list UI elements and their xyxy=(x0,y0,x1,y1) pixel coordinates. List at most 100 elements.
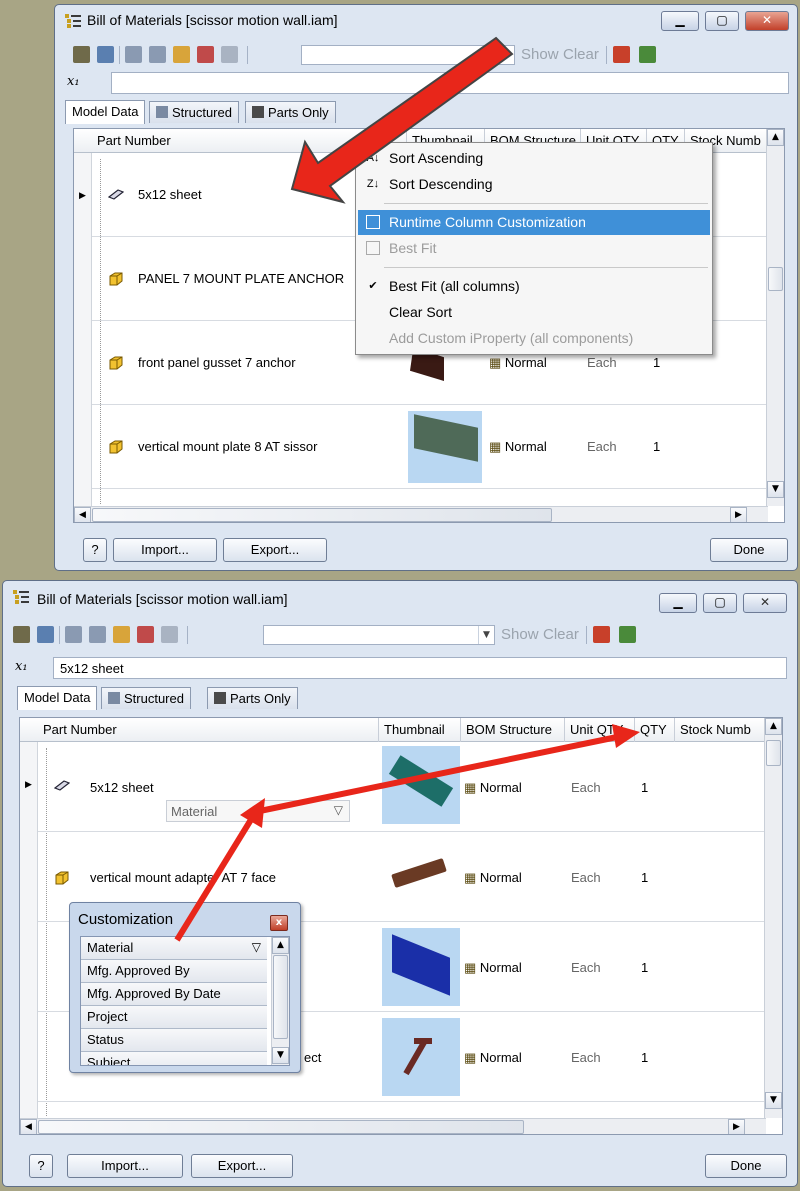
sort-ascending-icon[interactable] xyxy=(125,46,142,63)
export-button[interactable]: Export... xyxy=(191,1154,293,1178)
scroll-thumb[interactable] xyxy=(768,267,783,291)
scroll-thumb[interactable] xyxy=(766,740,781,766)
maximize-button[interactable]: ▢ xyxy=(705,11,739,31)
filter-dropdown-icon[interactable]: ▽ xyxy=(252,940,261,954)
clear-button[interactable]: Clear xyxy=(543,626,579,643)
minimize-button[interactable]: ▁ xyxy=(661,11,699,31)
import-button[interactable]: Import... xyxy=(113,538,217,562)
column-header-thumbnail[interactable]: Thumbnail xyxy=(378,718,460,742)
column-header-qty[interactable]: QTY xyxy=(634,718,674,742)
customization-close-button[interactable]: x xyxy=(270,915,288,931)
export-button[interactable]: Export... xyxy=(223,538,327,562)
scroll-down-button[interactable]: ▼ xyxy=(767,481,784,498)
table-row[interactable]: 5x12 sheet Material ▽ ▦ Normal Each 1 xyxy=(38,742,764,832)
menu-item-clear-sort[interactable]: Clear Sort xyxy=(358,300,710,325)
tab-structured[interactable]: Structured xyxy=(149,101,239,123)
sort-ascending-icon[interactable] xyxy=(65,626,82,643)
scroll-right-button[interactable]: ▶ xyxy=(730,507,747,522)
filter-combo[interactable]: ▼ xyxy=(301,45,515,65)
tab-model-data[interactable]: Model Data xyxy=(17,686,98,710)
horizontal-scrollbar[interactable]: ◀ ▶ xyxy=(20,1118,766,1134)
help-button[interactable]: ? xyxy=(29,1154,53,1178)
bom-settings-icon[interactable] xyxy=(613,46,630,63)
menu-item-runtime-column-customization[interactable]: Runtime Column Customization xyxy=(358,210,710,235)
help-button[interactable]: ? xyxy=(83,538,107,562)
grid-header: Part Number Thumbnail BOM Structure Unit… xyxy=(20,718,782,742)
column-header-unit-qty[interactable]: Unit QTY xyxy=(564,718,634,742)
scroll-right-button[interactable]: ▶ xyxy=(728,1119,745,1134)
h-scroll-thumb[interactable] xyxy=(92,508,552,522)
renumber-icon[interactable] xyxy=(197,46,214,63)
title-bar[interactable]: Bill of Materials [scissor motion wall.i… xyxy=(3,581,797,613)
filter-combo[interactable]: ▼ xyxy=(263,625,495,645)
column-header-stock-number[interactable]: Stock Numb xyxy=(674,718,766,742)
done-button[interactable]: Done xyxy=(705,1154,787,1178)
scroll-left-button[interactable]: ◀ xyxy=(74,507,91,522)
parts-only-icon xyxy=(214,692,226,704)
column-header-part-number[interactable]: Part Number xyxy=(38,718,378,742)
sort-descending-icon[interactable] xyxy=(149,46,166,63)
show-button[interactable]: Show xyxy=(501,626,539,643)
scroll-up-button[interactable]: ▲ xyxy=(765,718,782,735)
table-row[interactable]: vertical mount plate 8 AT sissor ▦ Norma… xyxy=(92,405,766,489)
customization-item-project[interactable]: Project xyxy=(81,1006,267,1029)
part-number-cell: vertical mount plate 8 AT sissor xyxy=(138,439,318,454)
formula-input[interactable]: 5x12 sheet xyxy=(53,657,787,679)
customization-item-material[interactable]: Material ▽ xyxy=(81,937,267,960)
menu-item-add-custom-iproperty[interactable]: Add Custom iProperty (all components) xyxy=(358,326,710,351)
minimize-button[interactable]: ▁ xyxy=(659,593,697,613)
thumbnail-image xyxy=(382,928,460,1006)
search-icon[interactable] xyxy=(161,626,178,643)
menu-item-sort-ascending[interactable]: A↓ Sort Ascending xyxy=(358,146,710,171)
tab-parts-only[interactable]: Parts Only xyxy=(245,101,336,123)
horizontal-scrollbar[interactable]: ◀ ▶ xyxy=(74,506,768,522)
edit-icon[interactable] xyxy=(37,626,54,643)
vertical-scrollbar[interactable]: ▲ ▼ xyxy=(766,129,784,506)
customization-item-status[interactable]: Status xyxy=(81,1029,267,1052)
tab-structured[interactable]: Structured xyxy=(101,687,191,709)
scroll-down-button[interactable]: ▼ xyxy=(272,1047,289,1064)
scroll-up-button[interactable]: ▲ xyxy=(272,937,289,954)
scroll-left-button[interactable]: ◀ xyxy=(20,1119,37,1134)
menu-item-sort-descending[interactable]: Z↓ Sort Descending xyxy=(358,172,710,197)
search-icon[interactable] xyxy=(221,46,238,63)
clear-button[interactable]: Clear xyxy=(563,46,599,63)
parts-only-icon xyxy=(252,106,264,118)
maximize-button[interactable]: ▢ xyxy=(703,593,737,613)
sort-descending-icon[interactable] xyxy=(89,626,106,643)
h-scroll-thumb[interactable] xyxy=(38,1120,524,1134)
tab-model-data[interactable]: Model Data xyxy=(65,100,146,124)
customization-item-subject[interactable]: Subject xyxy=(81,1052,267,1065)
bom-icon[interactable] xyxy=(73,46,90,63)
menu-item-best-fit[interactable]: Best Fit xyxy=(358,236,710,261)
filter-dropdown-icon[interactable]: ▽ xyxy=(334,803,343,817)
customization-scrollbar[interactable]: ▲ ▼ xyxy=(271,937,289,1065)
formula-input[interactable] xyxy=(111,72,789,94)
vertical-scrollbar[interactable]: ▲ ▼ xyxy=(764,718,782,1118)
show-button[interactable]: Show xyxy=(521,46,559,63)
close-button[interactable]: ✕ xyxy=(745,11,789,31)
column-header-bom-structure[interactable]: BOM Structure xyxy=(460,718,564,742)
scroll-up-button[interactable]: ▲ xyxy=(767,129,784,146)
menu-item-best-fit-all-columns[interactable]: ✔ Best Fit (all columns) xyxy=(358,274,710,299)
export-icon[interactable] xyxy=(113,626,130,643)
edit-icon[interactable] xyxy=(97,46,114,63)
import-button[interactable]: Import... xyxy=(67,1154,183,1178)
customization-item-mfg-approved-by[interactable]: Mfg. Approved By xyxy=(81,960,267,983)
update-icon[interactable] xyxy=(639,46,656,63)
export-icon[interactable] xyxy=(173,46,190,63)
scroll-down-button[interactable]: ▼ xyxy=(765,1092,782,1109)
scroll-thumb[interactable] xyxy=(273,955,288,1039)
title-bar[interactable]: Bill of Materials [scissor motion wall.i… xyxy=(55,5,797,37)
done-button[interactable]: Done xyxy=(710,538,788,562)
renumber-icon[interactable] xyxy=(137,626,154,643)
bom-settings-icon[interactable] xyxy=(593,626,610,643)
tab-parts-only[interactable]: Parts Only xyxy=(207,687,298,709)
material-cell-editor[interactable]: Material ▽ xyxy=(166,800,350,822)
update-icon[interactable] xyxy=(619,626,636,643)
row-selector-column[interactable]: ▶ xyxy=(74,153,92,507)
customization-item-mfg-approved-by-date[interactable]: Mfg. Approved By Date xyxy=(81,983,267,1006)
close-button[interactable]: ✕ xyxy=(743,593,787,613)
row-selector-column[interactable]: ▶ xyxy=(20,742,38,1119)
bom-icon[interactable] xyxy=(13,626,30,643)
